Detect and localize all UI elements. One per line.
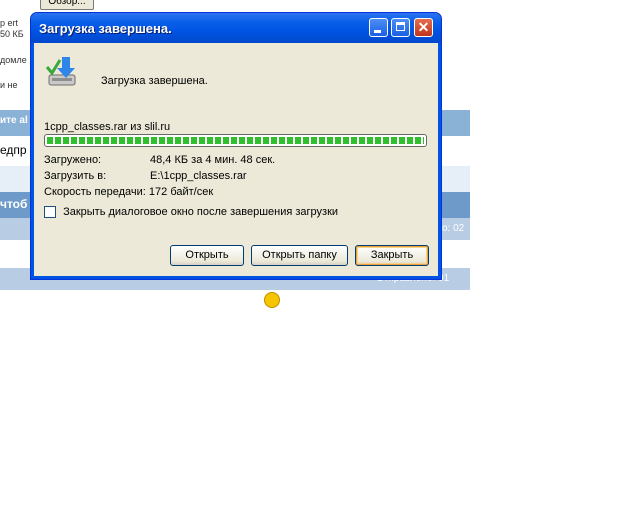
window-title: Загрузка завершена. [39, 21, 172, 36]
source-file-label: 1cpp_classes.rar из slil.ru [44, 121, 171, 133]
close-on-complete-label[interactable]: Закрыть диалоговое окно после завершения… [63, 206, 338, 218]
title-bar[interactable]: Загрузка завершена. ✕ [31, 13, 441, 43]
close-on-complete-checkbox[interactable] [44, 206, 56, 219]
dialog-body: Загрузка завершена. 1cpp_classes.rar из … [35, 43, 437, 275]
smiley-icon [264, 292, 280, 308]
close-icon: ✕ [417, 19, 430, 35]
maximize-button[interactable] [391, 18, 410, 37]
close-on-complete-option[interactable]: Закрыть диалоговое окно после завершения… [44, 206, 338, 220]
speed-label: Скорость передачи: 172 байт/сек [44, 186, 213, 198]
saved-to-value: E:\1cpp_classes.rar [150, 170, 247, 182]
progress-bar [44, 134, 427, 147]
downloaded-label: Загружено: [44, 154, 102, 166]
downloaded-value: 48,4 КБ за 4 мин. 48 сек. [150, 154, 276, 166]
open-folder-button[interactable]: Открыть папку [251, 245, 348, 266]
speed-value: 172 байт/сек [148, 186, 214, 198]
minimize-icon [374, 30, 381, 33]
maximize-icon [396, 22, 405, 31]
completion-message: Загрузка завершена. [101, 75, 208, 87]
bg-text-fragment: p ert [0, 18, 19, 28]
open-button[interactable]: Открыть [170, 245, 244, 266]
speed-label-text: Скорость передачи: [44, 186, 146, 198]
download-complete-dialog: Загрузка завершена. ✕ Загрузка завершена… [30, 12, 442, 280]
bg-text-fragment: 50 КБ [0, 29, 24, 39]
bg-text-fragment: домле [0, 55, 27, 65]
bg-band-text: едпр [0, 143, 27, 157]
close-button[interactable]: Закрыть [355, 245, 429, 266]
saved-to-label: Загрузить в: [44, 170, 107, 182]
browse-button[interactable]: Обзор... [40, 0, 94, 10]
progress-fill [47, 137, 424, 144]
close-window-button[interactable]: ✕ [414, 18, 433, 37]
bg-band-text: чтоб [0, 197, 28, 211]
bg-band-text: ите al [0, 115, 28, 126]
bg-sent-label: о: 02 [442, 223, 465, 234]
bg-text-fragment: и не [0, 80, 18, 90]
download-complete-icon [45, 57, 76, 86]
minimize-button[interactable] [369, 18, 388, 37]
